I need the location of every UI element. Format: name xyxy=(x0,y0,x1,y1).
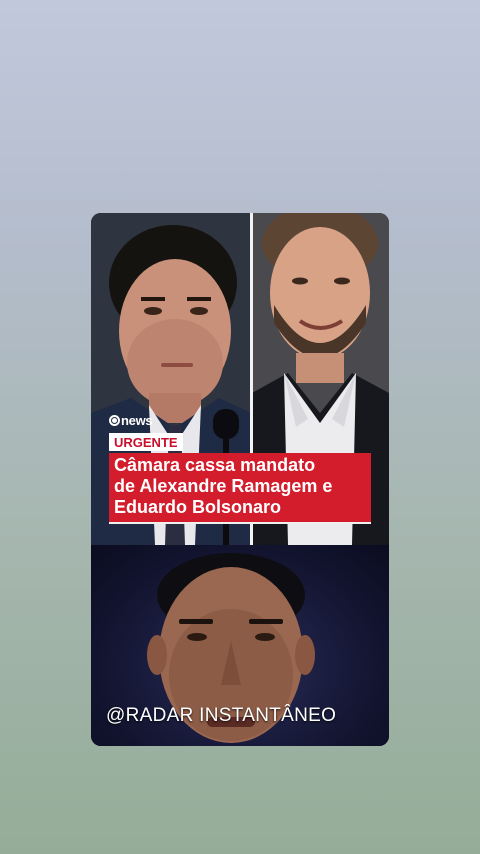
globo-circle-icon xyxy=(109,414,120,426)
video-card[interactable]: news URGENTE Câmara cassa mandato de Ale… xyxy=(91,213,389,746)
news-thumbnail: news URGENTE Câmara cassa mandato de Ale… xyxy=(91,213,389,545)
channel-watermark: @RADAR INSTANTÂNEO xyxy=(106,705,337,726)
headline-line-2: de Alexandre Ramagem e xyxy=(114,476,333,496)
brand-name: news xyxy=(121,412,153,428)
brand-logo: news xyxy=(109,411,371,429)
urgent-badge: URGENTE xyxy=(109,433,183,451)
headline: Câmara cassa mandato de Alexandre Ramage… xyxy=(109,453,371,524)
headline-line-1: Câmara cassa mandato xyxy=(114,455,316,475)
headline-line-3: Eduardo Bolsonaro xyxy=(114,497,282,517)
presenter-video: @RADAR INSTANTÂNEO xyxy=(91,545,389,746)
news-overlay: news URGENTE Câmara cassa mandato de Ale… xyxy=(109,411,371,524)
